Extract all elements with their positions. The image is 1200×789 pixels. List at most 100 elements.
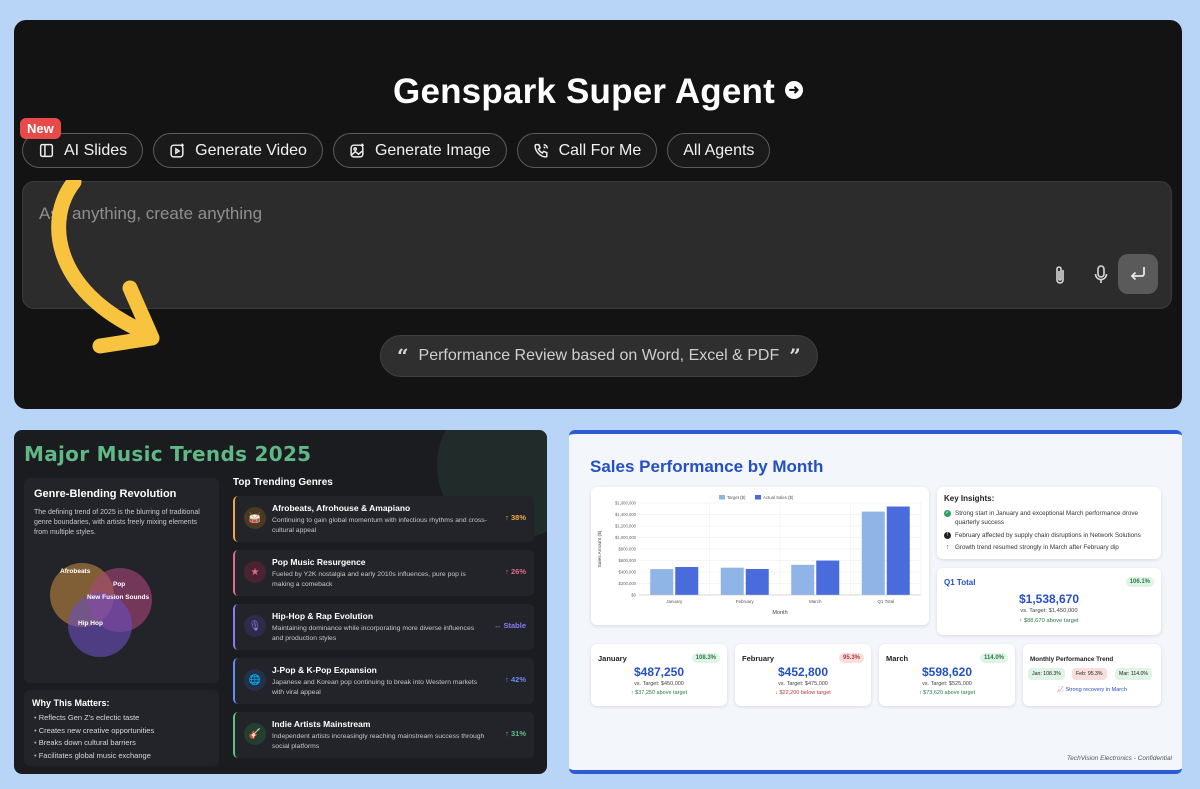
attach-icon[interactable] (1047, 262, 1073, 288)
prompt-box[interactable]: Ask anything, create anything (22, 181, 1172, 309)
month-label: March (886, 654, 909, 663)
chart-bar (816, 560, 840, 595)
new-badge: New (20, 118, 61, 139)
y-tick-label: $1,200,000 (615, 524, 637, 529)
sales-performance-slide: Sales Performance by Month $0 $200,000 $40… (569, 430, 1182, 774)
month-card-february: February 95.3% $452,800 vs. Target: $475… (735, 644, 871, 706)
genre-text: The defining trend of 2025 is the blurri… (34, 509, 200, 536)
q1-target: vs. Target: $1,450,000 (1020, 608, 1078, 614)
x-tick-label: Q1 Total (877, 599, 894, 604)
genre-heading: Genre-Blending Revolution (34, 488, 177, 500)
agent-pills: AI Slides Generate Video Generate Image … (22, 133, 771, 168)
month-diff-text: $37,250 above target (635, 690, 688, 696)
x-tick-label: February (736, 599, 755, 604)
chart-bar (720, 567, 744, 595)
suggestion-chip[interactable]: “ Performance Review based on Word, Exce… (380, 335, 818, 377)
x-axis-label: Month (772, 610, 787, 616)
generate-video-button[interactable]: Generate Video (153, 133, 323, 168)
ai-slides-label: AI Slides (64, 141, 128, 159)
trend-card-label: Monthly Performance Trend (1030, 656, 1114, 663)
curved-arrow-icon (51, 180, 160, 354)
month-pct-badge: 95.3% (838, 653, 864, 663)
trend-chip: Feb: 95.3% (1072, 668, 1107, 680)
month-amount: $598,620 (921, 665, 973, 679)
y-tick-label: $800,000 (619, 547, 637, 552)
guitar-icon: 🎸 (244, 723, 266, 745)
month-target: vs. Target: $475,000 (778, 681, 828, 687)
chart-bar (745, 568, 769, 595)
trend-value: ↔ Stable (493, 621, 526, 630)
q1-pct-badge: 106.1% (1125, 577, 1154, 587)
trend-desc: Independent artists increasingly reachin… (272, 733, 485, 750)
venn-label-fusion: New Fusion Sounds (87, 594, 150, 601)
drum-icon: 🥁 (244, 507, 266, 529)
trend-desc: Continuing to gain global momentum with … (272, 517, 487, 534)
trend-title: Pop Music Resurgence (272, 557, 366, 567)
alert-icon: ! (944, 532, 951, 539)
month-diff: ↓ $22,200 below target (775, 690, 831, 696)
insights-heading: Key Insights: (944, 494, 995, 503)
month-diff: ↑ $73,620 above target (918, 690, 976, 696)
trend-title: J-Pop & K-Pop Expansion (272, 665, 377, 675)
venn-label-pop: Pop (113, 581, 126, 588)
close-quote-icon: ” (789, 344, 801, 368)
microphone-icon[interactable] (1088, 262, 1114, 288)
agent-panel: Genspark Super Agent ➜ New AI Slides Gene… (14, 20, 1182, 409)
x-tick-label: January (666, 599, 683, 604)
month-target: vs. Target: $525,000 (922, 681, 972, 687)
music-title: Major Music Trends 2025 (24, 442, 312, 466)
insight-item: ↑ Growth trend resumed strongly in March … (944, 543, 1154, 552)
call-for-me-button[interactable]: Call For Me (516, 133, 658, 168)
why-item: Breaks down cultural barriers (34, 737, 154, 750)
month-diff-text: $22,200 below target (779, 690, 831, 696)
trend-desc: Maintaining dominance while incorporatin… (272, 625, 475, 642)
trend-item-jpop-kpop: 🌐 J-Pop & K-Pop Expansion Japanese and K… (233, 658, 534, 704)
sales-title: Sales Performance by Month (590, 457, 824, 476)
insight-item: ! February affected by supply chain disru… (944, 531, 1154, 540)
y-tick-label: $600,000 (619, 558, 637, 563)
arrow-up-icon: ↑ (945, 544, 950, 551)
top-trending-heading: Top Trending Genres (233, 477, 333, 488)
trend-item-indie: 🎸 Indie Artists Mainstream Independent a… (233, 712, 534, 758)
all-agents-button[interactable]: All Agents (667, 133, 771, 168)
trend-chip: Jan: 108.3% (1028, 668, 1065, 680)
open-quote-icon: “ (397, 344, 409, 368)
call-for-me-label: Call For Me (558, 141, 642, 159)
check-icon: ✓ (944, 510, 951, 517)
generate-image-button[interactable]: Generate Image (332, 133, 507, 168)
suggestion-text: Performance Review based on Word, Excel … (418, 347, 780, 364)
insight-item: ✓ Strong start in January and exceptional… (944, 509, 1154, 527)
venn-label-hiphop: Hip Hop (78, 620, 103, 627)
microphone-icon: 🎙 (244, 615, 266, 637)
month-amount: $487,250 (633, 665, 685, 679)
y-tick-label: $200,000 (619, 581, 637, 586)
send-button[interactable] (1118, 254, 1158, 294)
image-icon (350, 143, 364, 158)
trend-note: 📈 Strong recovery in March (1057, 687, 1127, 693)
confidential-footer: TechVision Electronics - Confidential (1066, 755, 1172, 762)
agent-title-text: Genspark Super Agent (393, 72, 775, 111)
x-tick-label: March (809, 599, 822, 604)
chart-bar (886, 506, 910, 595)
generate-video-label: Generate Video (195, 141, 307, 159)
enter-icon (1130, 267, 1145, 281)
trend-chip: Mar: 114.0% (1115, 668, 1153, 680)
chart-bar (791, 564, 815, 595)
music-trends-slide: Major Music Trends 2025 Genre-Blending R… (14, 430, 547, 774)
y-tick-label: $0 (631, 593, 636, 598)
chart-bar (650, 569, 674, 595)
insight-text: Strong start in January and exceptional … (955, 510, 1139, 526)
legend-swatch (755, 495, 761, 500)
month-pct-badge: 114.0% (979, 653, 1008, 663)
venn-label-afrobeats: Afrobeats (60, 568, 91, 575)
trend-desc: Fueled by Y2K nostalgia and early 2010s … (272, 571, 466, 588)
arrow-right-icon[interactable]: ➜ (784, 80, 803, 99)
why-item: Facilitates global music exchange (34, 750, 154, 763)
legend-swatch (719, 495, 725, 500)
q1-amount: $1,538,670 (1018, 592, 1080, 606)
globe-icon: 🌐 (244, 669, 266, 691)
star-icon: ★ (244, 561, 266, 583)
trend-value: ↑ 26% (505, 567, 526, 576)
q1-total-card: Q1 Total 106.1% $1,538,670 vs. Target: $… (937, 568, 1161, 635)
q1-diff-text: $88,670 above target (1023, 618, 1079, 624)
